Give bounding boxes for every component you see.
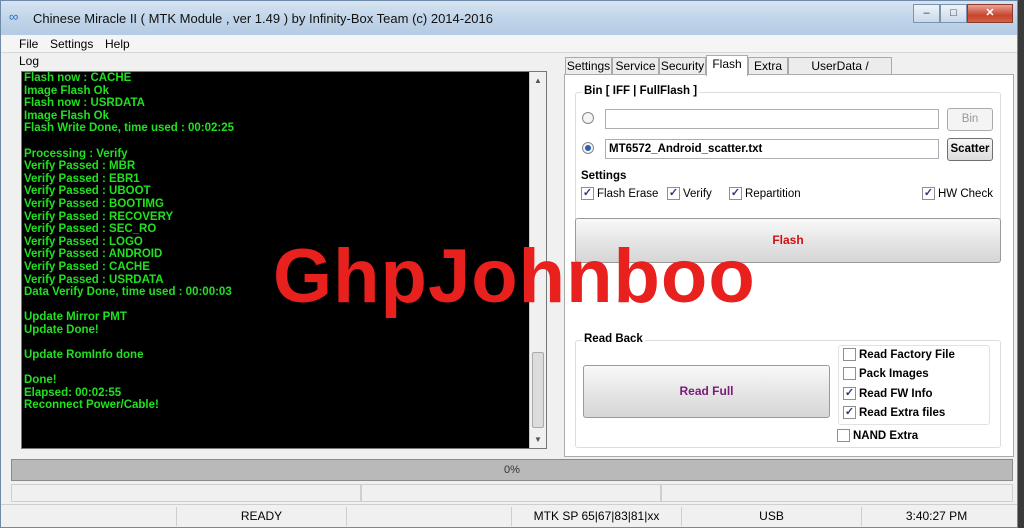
bin-button[interactable]: Bin [947, 108, 993, 131]
background-window-edge [1018, 0, 1024, 528]
log-line: Image Flash Ok [24, 84, 110, 97]
watermark-text: GhpJohnboo [273, 234, 756, 319]
log-line: Update RomInfo done [24, 349, 144, 362]
log-line: Elapsed: 00:02:55 [24, 386, 122, 399]
readback-group-title: Read Back [582, 333, 645, 345]
menu-settings[interactable]: Settings [50, 37, 93, 51]
menu-help[interactable]: Help [105, 37, 130, 51]
tab-settings[interactable]: Settings [565, 57, 612, 75]
title-bar[interactable]: ∞ Chinese Miracle II ( MTK Module , ver … [1, 1, 1017, 35]
check-icon: ✓ [667, 187, 680, 200]
info-bar-left [11, 484, 361, 502]
window-title: Chinese Miracle II ( MTK Module , ver 1.… [33, 11, 494, 26]
bin-radio[interactable] [582, 112, 594, 124]
empty-box-icon [843, 367, 856, 380]
flash-erase-label: Flash Erase [597, 187, 659, 200]
status-cell-empty [1, 507, 176, 526]
read-fw-info-checkbox[interactable]: ✓ Read FW Info [843, 387, 932, 400]
scroll-up-arrow-icon[interactable]: ▲ [530, 72, 546, 89]
log-line: Verify Passed : BOOTIMG [24, 197, 164, 210]
scroll-down-arrow-icon[interactable]: ▼ [530, 431, 546, 448]
close-button[interactable]: ✕ [967, 4, 1013, 23]
status-bar: READY MTK SP 65|67|83|81|xx USB 3:40:27 … [1, 504, 1017, 527]
scatter-file-input[interactable]: MT6572_Android_scatter.txt [605, 139, 939, 159]
read-extra-files-checkbox[interactable]: ✓ Read Extra files [843, 406, 945, 419]
scatter-button[interactable]: Scatter [947, 138, 993, 161]
hw-check-checkbox[interactable]: ✓ HW Check [922, 187, 993, 200]
read-full-button[interactable]: Read Full [583, 365, 830, 418]
empty-box-icon [837, 429, 850, 442]
check-icon: ✓ [843, 387, 856, 400]
check-icon: ✓ [843, 406, 856, 419]
menu-bar: File Settings Help [1, 35, 1017, 53]
verify-checkbox[interactable]: ✓ Verify [667, 187, 712, 200]
nand-extra-label: NAND Extra [853, 429, 919, 442]
log-line: Verify Passed : MBR [24, 160, 136, 173]
status-port: USB [681, 507, 861, 526]
status-chip: MTK SP 65|67|83|81|xx [511, 507, 681, 526]
status-cell-empty-2 [346, 507, 511, 526]
read-fw-info-label: Read FW Info [859, 387, 933, 400]
status-time: 3:40:27 PM [861, 507, 1011, 526]
status-state: READY [176, 507, 346, 526]
maximize-button[interactable]: □ [940, 4, 967, 23]
read-extra-files-label: Read Extra files [859, 406, 946, 419]
info-bar-right [661, 484, 1013, 502]
read-factory-file-label: Read Factory File [859, 348, 955, 361]
log-line: Flash now : CACHE [24, 72, 132, 84]
hw-check-label: HW Check [938, 187, 993, 200]
scroll-thumb[interactable] [532, 352, 544, 428]
bin-file-input[interactable] [605, 109, 939, 129]
settings-subtitle: Settings [581, 170, 627, 182]
flash-erase-checkbox[interactable]: ✓ Flash Erase [581, 187, 658, 200]
info-bar-middle [361, 484, 661, 502]
scatter-radio[interactable] [582, 142, 594, 154]
menu-file[interactable]: File [19, 37, 38, 51]
check-icon: ✓ [922, 187, 935, 200]
log-line: Flash Write Done, time used : 00:02:25 [24, 122, 235, 135]
tab-service[interactable]: Service [612, 57, 659, 75]
tab-security[interactable]: Security [659, 57, 706, 75]
infinity-logo-icon: ∞ [9, 9, 19, 24]
log-line: Verify Passed : RECOVERY [24, 210, 174, 223]
nand-extra-checkbox[interactable]: NAND Extra [837, 429, 918, 442]
log-line: Image Flash Ok [24, 109, 110, 122]
pack-images-checkbox[interactable]: Pack Images [843, 367, 929, 380]
log-line: Done! [24, 374, 57, 387]
tab-extra[interactable]: Extra [748, 57, 788, 75]
log-line: Verify Passed : EBR1 [24, 172, 140, 185]
main-window: ∞ Chinese Miracle II ( MTK Module , ver … [0, 0, 1018, 528]
log-label: Log [19, 54, 40, 68]
repartition-checkbox[interactable]: ✓ Repartition [729, 187, 801, 200]
pack-images-label: Pack Images [859, 367, 929, 380]
log-line: Processing : Verify [24, 147, 128, 160]
verify-label: Verify [683, 187, 712, 200]
log-line: Update Done! [24, 323, 99, 336]
log-line: Reconnect Power/Cable! [24, 399, 159, 412]
bin-group-title: Bin [ IFF | FullFlash ] [582, 85, 700, 97]
read-factory-file-checkbox[interactable]: Read Factory File [843, 348, 955, 361]
check-icon: ✓ [729, 187, 742, 200]
check-icon: ✓ [581, 187, 594, 200]
tab-userdata-forensic[interactable]: UserData / Forensic [788, 57, 892, 89]
empty-box-icon [843, 348, 856, 361]
window-controls: – □ ✕ [913, 4, 1013, 23]
tab-flash[interactable]: Flash [706, 55, 748, 76]
minimize-button[interactable]: – [913, 4, 940, 23]
log-line: Verify Passed : UBOOT [24, 185, 151, 198]
progress-bar: 0% [11, 459, 1013, 481]
log-line: Flash now : USRDATA [24, 97, 145, 110]
repartition-label: Repartition [745, 187, 801, 200]
